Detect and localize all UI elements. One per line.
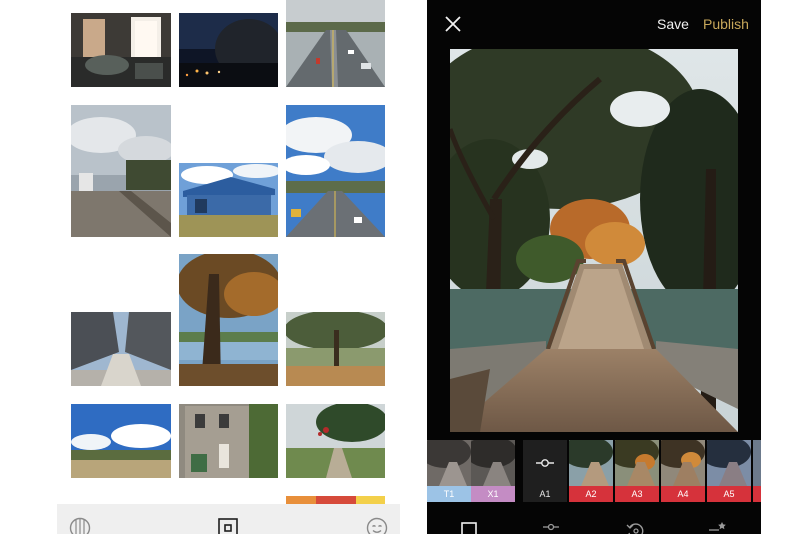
filter-label: A1 bbox=[539, 489, 551, 499]
globe-icon[interactable] bbox=[68, 516, 92, 534]
publish-button[interactable]: Publish bbox=[703, 16, 749, 32]
filter-a3[interactable]: A3 bbox=[615, 440, 659, 502]
gallery-tab-bar bbox=[57, 504, 400, 534]
filter-label: T1 bbox=[427, 486, 471, 502]
photo-preview[interactable] bbox=[450, 49, 738, 432]
filter-label: A2 bbox=[569, 486, 613, 502]
filter-thumbnail bbox=[471, 440, 515, 486]
filter-thumbnail bbox=[707, 440, 751, 486]
filter-a4[interactable]: A4 bbox=[661, 440, 705, 502]
tile-railroad[interactable] bbox=[71, 105, 171, 237]
tile-living-room[interactable] bbox=[71, 13, 171, 87]
tile-highway-top[interactable] bbox=[286, 0, 385, 87]
tile-blue-shed[interactable] bbox=[179, 163, 278, 237]
filter-next-partial[interactable] bbox=[753, 440, 761, 502]
save-button[interactable]: Save bbox=[657, 16, 689, 32]
tile-garden-path[interactable] bbox=[286, 404, 385, 478]
profile-icon[interactable] bbox=[365, 516, 389, 534]
filter-a2[interactable]: A2 bbox=[569, 440, 613, 502]
library-icon[interactable] bbox=[216, 516, 240, 534]
filter-thumbnail bbox=[661, 440, 705, 486]
tile-park-tree[interactable] bbox=[286, 312, 385, 386]
filter-t1[interactable]: T1 bbox=[427, 440, 471, 502]
editor-toolbar bbox=[427, 512, 761, 534]
tile-big-tree[interactable] bbox=[179, 254, 278, 386]
filter-thumbnail bbox=[615, 440, 659, 486]
tile-blue-sky-field[interactable] bbox=[71, 404, 171, 478]
filter-thumbnail bbox=[753, 440, 761, 486]
crop-icon[interactable] bbox=[459, 520, 479, 534]
history-icon[interactable] bbox=[625, 520, 645, 534]
tile-highway-clouds[interactable] bbox=[286, 105, 385, 237]
tile-night-street[interactable] bbox=[179, 13, 278, 87]
close-icon[interactable] bbox=[444, 15, 462, 33]
adjust-sliders-icon[interactable] bbox=[541, 520, 561, 534]
tile-overpass[interactable] bbox=[71, 312, 171, 386]
filter-thumbnail bbox=[427, 440, 471, 486]
filter-label: X1 bbox=[471, 486, 515, 502]
filter-strip: T1 X1 A1 A2 A3 A4 A5 bbox=[427, 440, 761, 502]
filter-a1[interactable]: A1 bbox=[523, 440, 567, 502]
filter-label: A3 bbox=[615, 486, 659, 502]
tile-stone-building[interactable] bbox=[179, 404, 278, 478]
filter-label-partial bbox=[753, 486, 761, 502]
presets-icon[interactable] bbox=[707, 520, 727, 534]
adjust-slider-icon bbox=[523, 440, 567, 486]
filter-x1[interactable]: X1 bbox=[471, 440, 515, 502]
filter-a5[interactable]: A5 bbox=[707, 440, 751, 502]
gallery-screen bbox=[57, 0, 400, 534]
editor-screen: Save Publish T1 X1 A1 A2 A3 A4 A5 bbox=[427, 0, 761, 534]
filter-label: A4 bbox=[661, 486, 705, 502]
filter-label: A5 bbox=[707, 486, 751, 502]
filter-thumbnail bbox=[569, 440, 613, 486]
